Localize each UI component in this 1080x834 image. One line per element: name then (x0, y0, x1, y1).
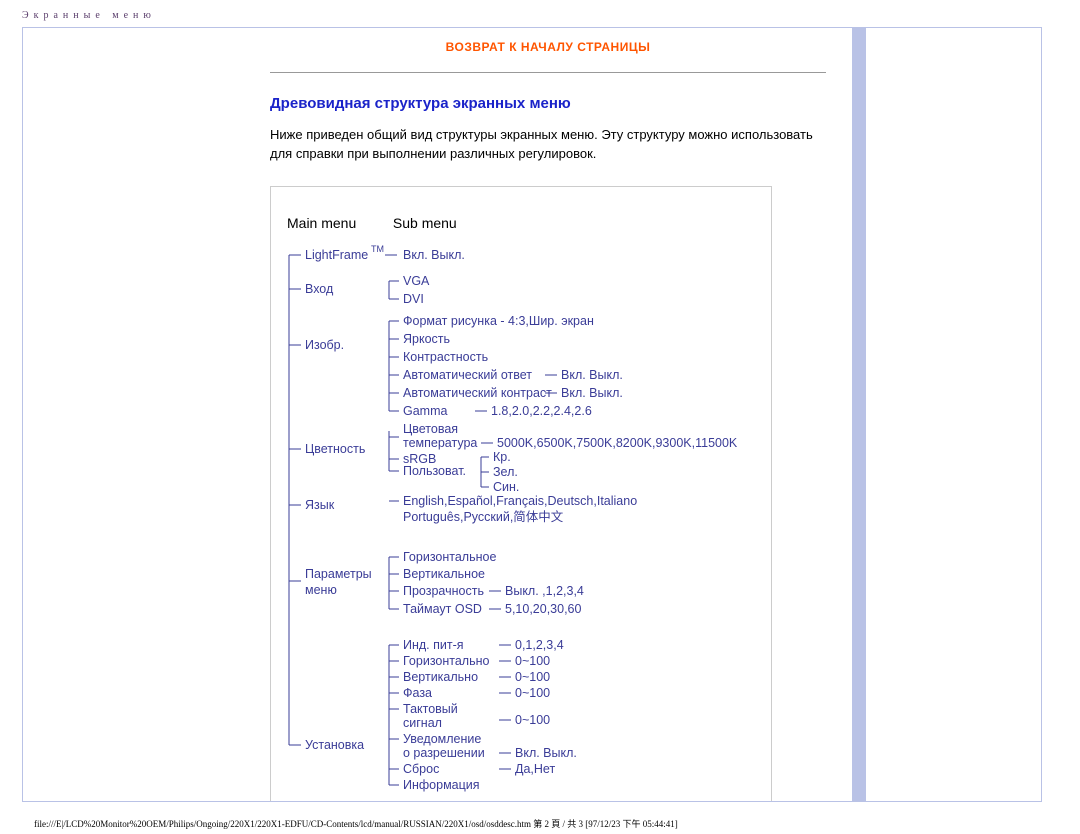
content-frame: ВОЗВРАТ К НАЧАЛУ СТРАНИЦЫ Древовидная ст… (22, 27, 1042, 802)
back-to-top-link[interactable]: ВОЗВРАТ К НАЧАЛУ СТРАНИЦЫ (446, 40, 651, 54)
tree-language: Язык (305, 498, 335, 512)
section-heading: Древовидная структура экранных меню (270, 95, 826, 112)
tree-setup-horiz-val: 0~100 (515, 654, 550, 668)
osd-tree-svg: LightFrame TM Вкл. Выкл. Вход VGA DVI Из… (281, 245, 761, 802)
tree-osd-horiz: Горизонтальное (403, 550, 496, 564)
tree-color-temp-val: 5000K,6500K,7500K,8200K,9300K,11500K (497, 436, 738, 450)
tree-osd-timeout-val: 5,10,20,30,60 (505, 602, 582, 616)
footer-path: file:///E|/LCD%20Monitor%20OEM/Philips/O… (34, 817, 678, 830)
tree-color-g: Зел. (493, 465, 518, 479)
tree-lightframe-tm: TM (371, 245, 384, 254)
tree-setup-clock-val: 0~100 (515, 713, 550, 727)
osd-tree-diagram: Main menu Sub menu LightFrame TM Вкл. Вы… (270, 186, 772, 802)
tree-image-contrast: Контрастность (403, 350, 488, 364)
tree-setup-vert: Вертикально (403, 670, 478, 684)
tree-setup-res-val: Вкл. Выкл. (515, 746, 577, 760)
tree-osd-transp-val: Выкл. ,1,2,3,4 (505, 584, 584, 598)
tree-setup-res1: Уведомление (403, 732, 481, 746)
tree-color-temp2: температура (403, 436, 477, 450)
column-headers: Main menu Sub menu (281, 215, 761, 231)
tree-setup-vert-val: 0~100 (515, 670, 550, 684)
main-content: ВОЗВРАТ К НАЧАЛУ СТРАНИЦЫ Древовидная ст… (248, 28, 846, 801)
right-decorative-stripe (852, 28, 866, 801)
tree-osd-timeout: Таймаут OSD (403, 602, 482, 616)
tree-osd-1: Параметры (305, 567, 372, 581)
tree-setup-res2: о разрешении (403, 746, 485, 760)
tree-lightframe-val: Вкл. Выкл. (403, 248, 465, 262)
tree-setup-power: Инд. пит-я (403, 638, 464, 652)
tree-lightframe: LightFrame (305, 248, 368, 262)
tree-color-custom: Пользоват. (403, 464, 466, 478)
tree-image-autoanswer-val: Вкл. Выкл. (561, 368, 623, 382)
tree-setup-reset-val: Да,Нет (515, 762, 555, 776)
tree-language-line2: Português,Русский,简体中文 (403, 509, 564, 524)
left-margin-column (23, 28, 248, 801)
right-margin-column (846, 28, 1041, 801)
tree-image-gamma: Gamma (403, 404, 448, 418)
tree-osd-transp: Прозрачность (403, 584, 484, 598)
tree-color-r: Кр. (493, 450, 511, 464)
tree-osd-2: меню (305, 583, 337, 597)
divider (270, 72, 826, 73)
tree-setup-reset: Сброс (403, 762, 439, 776)
tree-color-b: Син. (493, 480, 519, 494)
intro-paragraph: Ниже приведен общий вид структуры экранн… (270, 126, 826, 164)
tree-image: Изобр. (305, 338, 344, 352)
tree-image-brightness: Яркость (403, 332, 450, 346)
tree-input-vga: VGA (403, 274, 430, 288)
tree-color-temp1: Цветовая (403, 422, 458, 436)
back-to-top-row: ВОЗВРАТ К НАЧАЛУ СТРАНИЦЫ (270, 28, 826, 54)
tree-osd-vert: Вертикальное (403, 567, 485, 581)
tree-image-autoanswer: Автоматический ответ (403, 368, 532, 382)
tree-color: Цветность (305, 442, 365, 456)
header-main-menu: Main menu (281, 215, 371, 231)
tree-setup-horiz: Горизонтально (403, 654, 490, 668)
tree-input: Вход (305, 282, 334, 296)
tree-setup-phase: Фаза (403, 686, 432, 700)
header-sub-menu: Sub menu (375, 215, 457, 231)
tree-image-autocontrast-val: Вкл. Выкл. (561, 386, 623, 400)
tree-input-dvi: DVI (403, 292, 424, 306)
tree-language-line1: English,Español,Français,Deutsch,Italian… (403, 494, 637, 508)
page-title: Экранные меню (22, 10, 1068, 21)
tree-setup-phase-val: 0~100 (515, 686, 550, 700)
tree-image-autocontrast: Автоматический контраст (403, 386, 552, 400)
tree-image-format: Формат рисунка - 4:3,Шир. экран (403, 314, 594, 328)
tree-image-gamma-val: 1.8,2.0,2.2,2.4,2.6 (491, 404, 592, 418)
tree-setup-clock1: Тактовый (403, 702, 458, 716)
tree-setup-power-val: 0,1,2,3,4 (515, 638, 564, 652)
tree-setup-clock2: сигнал (403, 716, 442, 730)
tree-setup-info: Информация (403, 778, 480, 792)
tree-setup: Установка (305, 738, 364, 752)
